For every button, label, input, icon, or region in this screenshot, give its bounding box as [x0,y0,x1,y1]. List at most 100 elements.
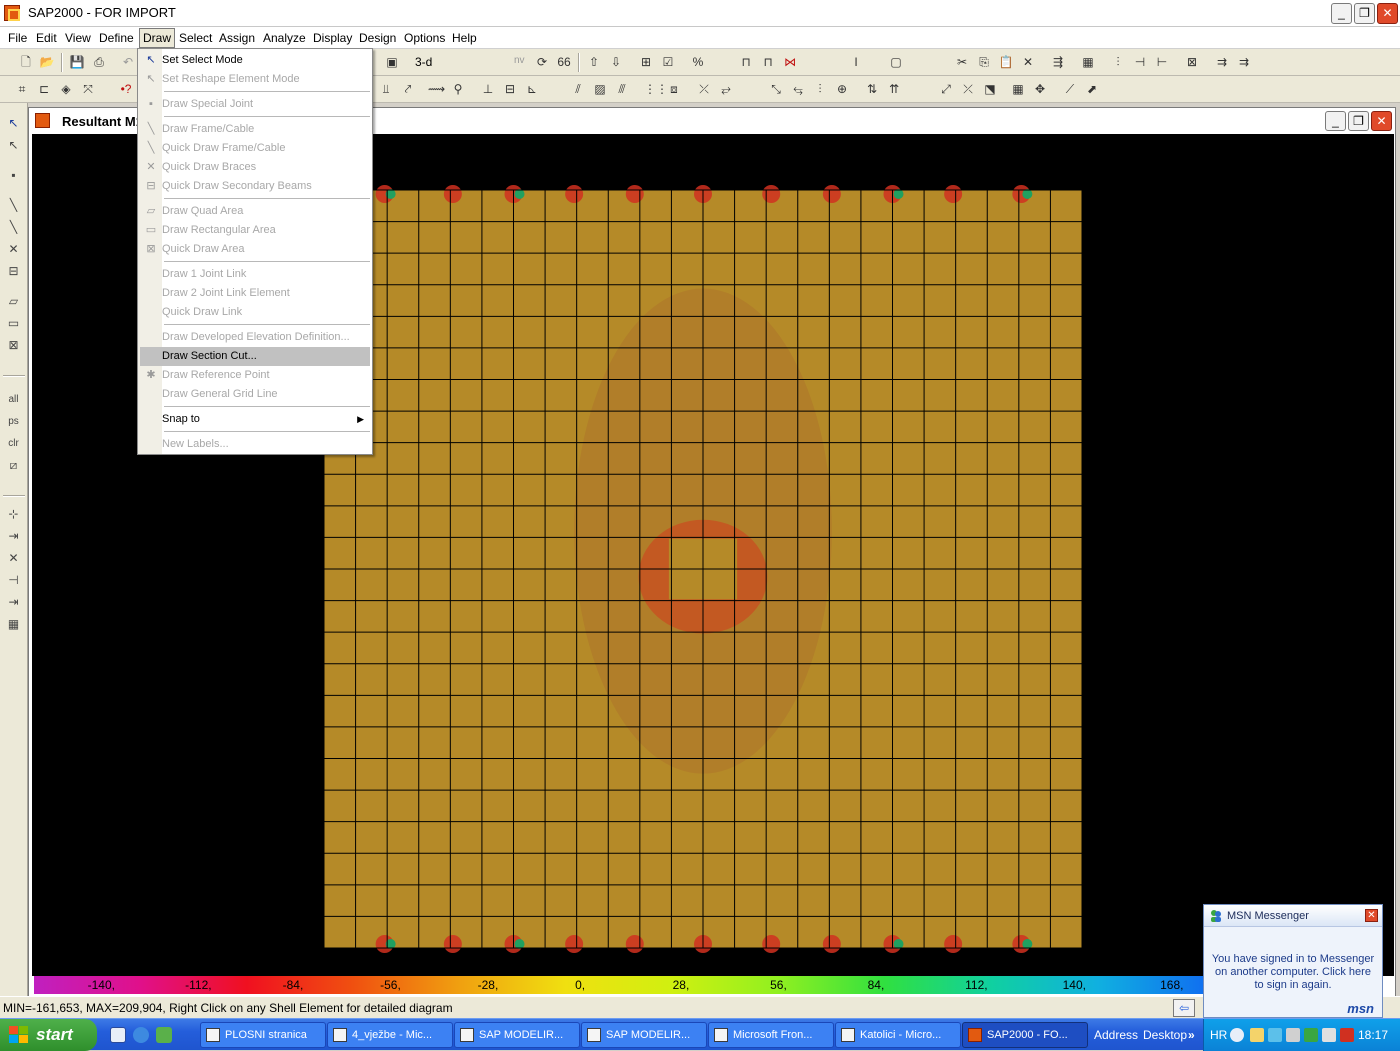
draw-menu-item[interactable]: New Labels... [140,435,370,454]
snap-to-intersections-icon[interactable]: ✕ [5,550,22,567]
draw-menu-item[interactable]: Draw Frame/Cable ╲ [140,120,370,139]
quick-area-icon[interactable]: ⊠ [5,337,22,354]
align-icon[interactable]: ⊢ [1154,54,1170,70]
reshape-icon[interactable]: ↖ [5,137,22,154]
draw-menu-item[interactable]: Draw General Grid Line [140,385,370,404]
msn-close-icon[interactable]: ✕ [1365,909,1378,922]
msn-message[interactable]: You have signed in to Messenger on anoth… [1210,953,1376,992]
link-props-icon[interactable]: ⟿ [428,81,445,97]
snap-to-points-icon[interactable]: ⊹ [5,506,22,523]
frame-icon[interactable]: ╲ [5,197,22,214]
snap-options-icon[interactable]: ⤧ [80,81,96,97]
virtual-work-icon[interactable]: ⇅ [864,81,880,97]
menu-draw[interactable]: Draw [139,28,176,48]
menu-design[interactable]: Design [356,30,399,46]
tray-security-icon[interactable] [1286,1028,1300,1042]
snap-to-fine-grid-icon[interactable]: ▦ [5,616,22,633]
mesh-icon[interactable]: ⊠ [1184,54,1200,70]
draw-menu-item[interactable]: Draw Special Joint ▪ [140,95,370,114]
draw-menu-item[interactable]: Draw 2 Joint Link Element [140,284,370,303]
save-icon[interactable]: 💾 [69,54,85,70]
quicklaunch-outlook-icon[interactable] [110,1027,126,1043]
secondary-beams-icon[interactable]: ⊟ [5,263,22,280]
menu-analyze[interactable]: Analyze [260,30,309,46]
frame-quick-icon[interactable]: ⊓ [760,54,776,70]
draw-menu-item[interactable]: Set Select Mode ↖ [140,51,370,70]
taskbar-button[interactable]: SAP MODELIR... [581,1022,707,1048]
copy-icon[interactable]: ⎘ [976,54,992,70]
clear-select-icon[interactable]: clr [5,435,22,452]
section-cut-icon[interactable]: ⇈ [886,81,902,97]
tray-volume-icon[interactable] [1322,1028,1336,1042]
previous-select-icon[interactable]: ps [5,413,22,430]
pore-pressure-icon[interactable]: ⋮⋮ [644,81,668,97]
joint-loads-icon[interactable]: ⫫ [378,81,394,97]
quad-area-icon[interactable]: ▱ [5,293,22,310]
extrude-icon[interactable]: ⇉ [1214,54,1230,70]
tray-acrobat-icon[interactable] [1340,1028,1354,1042]
move-down-icon[interactable]: ⇩ [608,54,624,70]
temperature-icon[interactable]: ⫻ [614,81,630,97]
child-close-button[interactable]: ✕ [1371,111,1392,131]
pointer-icon[interactable]: ↖ [5,115,22,132]
tray-clipboard-icon[interactable] [1250,1028,1264,1042]
snap-to-lines-icon[interactable]: ⇥ [5,594,22,611]
paste-icon[interactable]: 📋 [998,54,1014,70]
desktop-toolbar-label[interactable]: Desktop [1143,1028,1187,1042]
snap-to-perpendicular-icon[interactable]: ⊣ [5,572,22,589]
strain-icon[interactable]: ⧈ [666,81,682,97]
braces-icon[interactable]: ✕ [5,241,22,258]
restraint-icon[interactable]: ⊥ [480,81,496,97]
show-stresses-icon[interactable]: ⊕ [834,81,850,97]
frame-loads-icon[interactable]: ⤤ [400,81,416,97]
toolbar-chevron-icon[interactable]: » [1188,1028,1195,1042]
move-up-icon[interactable]: ⇧ [586,54,602,70]
menu-options[interactable]: Options [401,30,448,46]
restore-button[interactable]: ❐ [1354,3,1375,24]
mass-icon[interactable]: ⊾ [524,81,540,97]
draw-menu-item[interactable]: Snap to ▶ [140,410,370,429]
draw-menu-item[interactable]: Draw 1 Joint Link [140,265,370,284]
draw-menu-item[interactable]: Draw Section Cut... [140,347,370,366]
point-displacements-icon[interactable]: ⤫ [696,81,712,97]
snap-ends-icon[interactable]: ⤫ [960,81,976,97]
select-all-label-icon[interactable]: all [5,391,22,408]
rect-area-icon[interactable]: ▭ [5,315,22,332]
grid-icon[interactable]: ▦ [1080,54,1096,70]
sap2000-app-icon[interactable] [4,5,20,21]
quicklaunch-ie-icon[interactable] [133,1027,149,1043]
undo-icon[interactable]: ↶ [120,54,136,70]
layers-icon[interactable]: ◈ [58,81,74,97]
taskbar-button[interactable]: PLOSNI stranica [200,1022,326,1048]
snap-to-ends-icon[interactable]: ⇥ [5,528,22,545]
tray-network-icon[interactable] [1268,1028,1282,1042]
view-3d-label[interactable]: 3-d [415,55,432,69]
child-minimize-button[interactable]: _ [1325,111,1346,131]
cut-icon[interactable]: ✂ [954,54,970,70]
section-i-icon[interactable]: I [848,54,864,70]
draw-menu-item[interactable]: Quick Draw Frame/Cable ╲ [140,139,370,158]
menu-help[interactable]: Help [449,30,480,46]
snap-grid-icon[interactable]: ▦ [1010,81,1026,97]
snap-perpendicular-icon[interactable]: ✥ [1032,81,1048,97]
address-toolbar-label[interactable]: Address [1094,1028,1138,1042]
joint-icon[interactable]: ▪ [5,167,22,184]
taskbar-clock[interactable]: 18:17 [1358,1028,1388,1042]
tray-msn-icon[interactable] [1304,1028,1318,1042]
frame-sections-icon[interactable]: ⊏ [36,81,52,97]
draw-menu-item[interactable]: Draw Rectangular Area ▭ [140,221,370,240]
intersecting-line-icon[interactable]: ⧄ [5,457,22,474]
constraint-icon[interactable]: ⊟ [502,81,518,97]
open-icon[interactable]: 📂 [39,54,55,70]
tray-back-icon[interactable] [1230,1028,1244,1042]
menu-define[interactable]: Define [96,30,137,46]
merge-icon[interactable]: ⊣ [1132,54,1148,70]
taskbar-button[interactable]: Microsoft Fron... [708,1022,834,1048]
rotate-icon[interactable]: ⟳ [534,54,550,70]
new-model-icon[interactable]: 🗋 [18,54,34,70]
taskbar-button[interactable]: Katolici - Micro... [835,1022,961,1048]
select-all-icon[interactable]: ⊞ [638,54,654,70]
snap-points-icon[interactable]: ⤢ [938,81,954,97]
display-graph-icon[interactable]: ⌗ [14,81,30,97]
menu-view[interactable]: View [62,30,94,46]
